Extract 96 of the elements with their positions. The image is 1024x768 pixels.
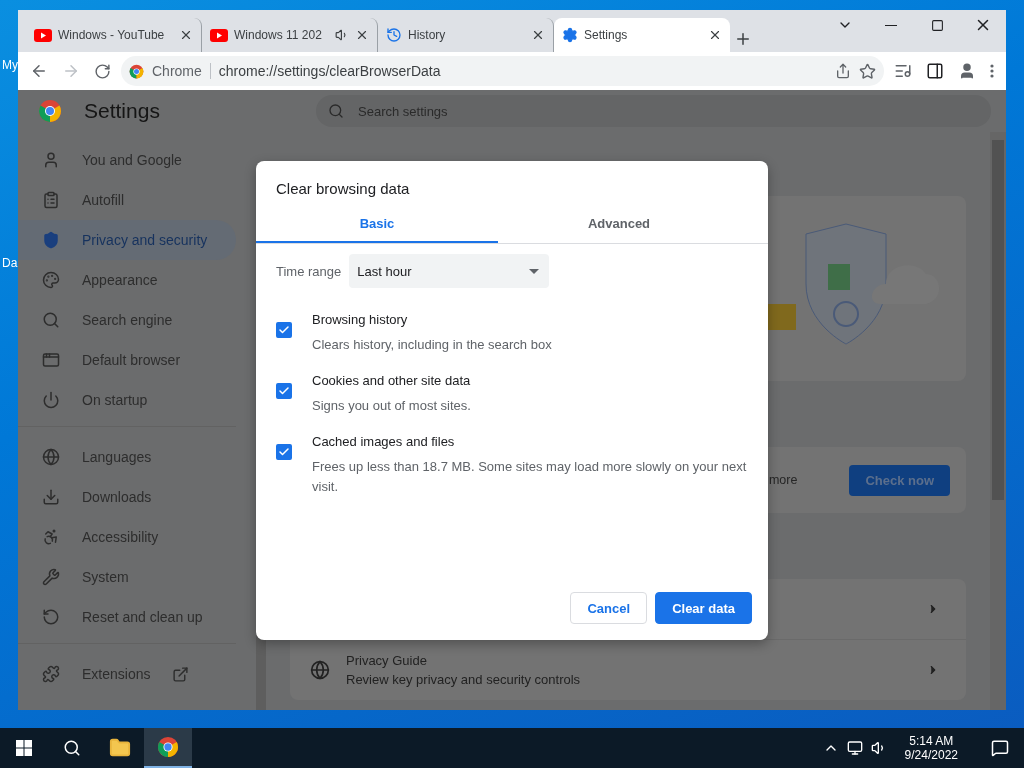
playlist-icon	[894, 62, 912, 80]
bookmark-star-icon[interactable]	[859, 62, 876, 80]
plus-icon	[734, 30, 752, 48]
reload-icon	[94, 62, 111, 80]
option-title: Cached images and files	[312, 433, 456, 451]
browser-logo-icon	[157, 736, 179, 758]
check-icon	[278, 446, 290, 458]
sidebar-item[interactable]: Default browser	[18, 340, 236, 380]
time-range-dropdown[interactable]: Last hour	[349, 254, 550, 288]
sidebar-item[interactable]: Reset and clean up	[18, 597, 236, 637]
check-icon	[278, 385, 290, 397]
option-description: Signs you out of most sites.	[312, 397, 471, 415]
folder-icon	[109, 737, 131, 759]
sidebar-item[interactable]: Privacy and security	[18, 220, 236, 260]
network-icon[interactable]	[846, 740, 863, 756]
tab-title: History	[408, 28, 447, 42]
option-description: Clears history, including in the search box	[312, 336, 552, 354]
external-link-icon	[172, 665, 190, 683]
close-icon[interactable]	[531, 28, 545, 42]
tab-title: Settings	[584, 28, 629, 42]
sidebar-item[interactable]: You and Google	[18, 140, 236, 180]
sidebar-item[interactable]: Autofill	[18, 180, 236, 220]
side-panel-icon	[926, 62, 944, 80]
download-icon	[42, 488, 60, 506]
option-title: Cookies and other site data	[312, 372, 471, 390]
video-icon	[210, 28, 228, 42]
row-title: Privacy Guide	[346, 653, 428, 668]
tab-title: Windows - YouTube	[58, 28, 166, 42]
search-icon	[328, 103, 344, 119]
palette-icon	[42, 271, 60, 289]
dialog-tab[interactable]: Basic	[256, 205, 498, 243]
close-icon[interactable]	[708, 28, 722, 42]
share-icon[interactable]	[835, 63, 851, 79]
clock-time: 5:14 AM	[909, 734, 954, 748]
power-icon	[42, 391, 60, 409]
row-subtitle: Review key privacy and security controls	[346, 672, 582, 687]
browser-taskbar-button[interactable]	[144, 728, 192, 768]
speech-bubble-icon	[991, 739, 1009, 757]
person-icon	[42, 151, 60, 169]
checkbox[interactable]	[276, 322, 292, 338]
wrench-icon	[42, 568, 60, 586]
globe-icon	[42, 448, 60, 466]
sidebar-item[interactable]: Search engine	[18, 300, 236, 340]
card-text: more	[768, 473, 798, 487]
puzzle-icon	[42, 665, 60, 683]
checkbox[interactable]	[276, 444, 292, 460]
sidebar-item[interactable]: System	[18, 557, 236, 597]
clock-date: 9/24/2022	[904, 748, 958, 762]
option-title: Browsing history	[312, 311, 409, 329]
menu-icon	[990, 64, 994, 78]
search-placeholder: Search settings	[358, 103, 448, 119]
clear-data-button[interactable]: Clear data	[655, 592, 752, 624]
checkbox[interactable]	[276, 383, 292, 399]
video-icon	[34, 28, 52, 42]
sidebar-item[interactable]: Appearance	[18, 260, 236, 300]
reset-icon	[42, 608, 60, 626]
shield-icon	[42, 231, 60, 249]
search-field[interactable]: Search settings	[316, 95, 991, 127]
check-icon	[278, 324, 290, 336]
maximize-icon	[930, 18, 944, 32]
desktop-icon-label: My	[2, 58, 18, 72]
desktop-icon-label: Da	[2, 256, 18, 270]
sidebar-item[interactable]: On startup	[18, 380, 236, 420]
person-icon	[958, 62, 976, 80]
page-title: Settings	[84, 99, 161, 123]
windows-icon	[16, 740, 32, 756]
history-icon	[386, 27, 402, 43]
accessibility-icon	[42, 528, 60, 546]
option-description: Frees up less than 18.7 MB. Some sites may load more slowly on your next visit.	[312, 458, 748, 496]
forward-arrow-icon	[62, 62, 80, 80]
browser-window-icon	[42, 351, 60, 369]
cancel-button[interactable]: Cancel	[570, 592, 648, 624]
dialog-title: Clear browsing data	[275, 179, 411, 199]
clock[interactable]: 5:14 AM 9/24/2022	[894, 734, 968, 762]
settings-icon	[562, 27, 578, 43]
tab-title: Windows 11 202	[234, 28, 323, 42]
clipboard-icon	[42, 191, 60, 209]
sidebar-item[interactable]: Languages	[18, 437, 236, 477]
dropdown-caret-icon	[529, 268, 540, 274]
search-icon	[63, 739, 81, 757]
search-icon	[42, 311, 60, 329]
field-label: Time range	[276, 263, 342, 279]
minimize-icon	[885, 24, 897, 26]
url-text: chrome://settings/clearBrowserData	[218, 63, 441, 79]
check-now-button[interactable]: Check now	[849, 464, 950, 496]
browser-tab[interactable]: Settings	[554, 18, 730, 52]
address-bar[interactable]: Chrome chrome://settings/clearBrowserData	[121, 56, 884, 86]
close-icon[interactable]	[355, 28, 369, 42]
sidebar-item[interactable]: Accessibility	[18, 517, 236, 557]
site-chip: Chrome	[152, 63, 211, 79]
browser-logo-icon	[38, 99, 62, 123]
dialog-tab[interactable]: Advanced	[498, 205, 740, 243]
sidebar-item[interactable]: Extensions	[18, 654, 236, 694]
sidebar-item[interactable]: Downloads	[18, 477, 236, 517]
browser-logo-icon	[129, 63, 144, 79]
close-icon[interactable]	[179, 28, 193, 42]
